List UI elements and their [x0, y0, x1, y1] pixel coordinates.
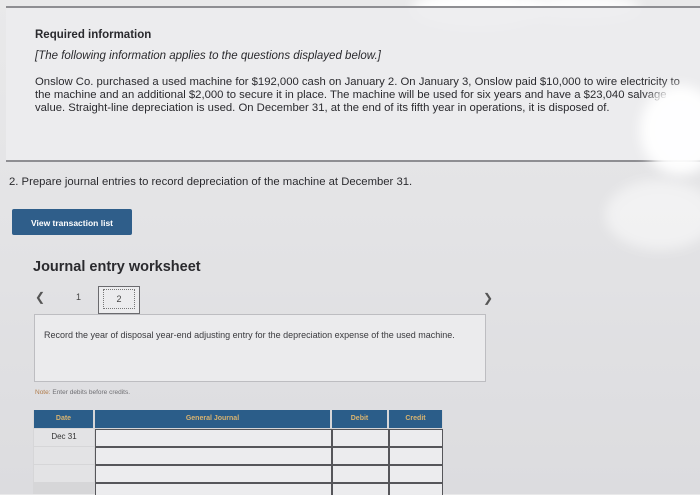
- row-2-credit-input[interactable]: [389, 447, 443, 465]
- note-body: Enter debits before credits.: [52, 389, 131, 396]
- chevron-left-icon[interactable]: ❮: [35, 290, 45, 304]
- row-3-credit-input[interactable]: [389, 465, 443, 483]
- view-transaction-list-button[interactable]: View transaction list: [12, 209, 132, 235]
- row-1-credit-input[interactable]: [389, 429, 443, 447]
- note-text: Note: Enter debits before credits.: [35, 389, 130, 396]
- info-note: [The following information applies to th…: [35, 50, 381, 62]
- row-2-date: [34, 447, 94, 464]
- info-title: Required information: [35, 29, 152, 41]
- chevron-right-icon[interactable]: ❯: [483, 291, 493, 305]
- page-2-link[interactable]: 2: [103, 289, 135, 309]
- screen-glare: [605, 180, 700, 250]
- row-4-debit-input[interactable]: [332, 483, 389, 495]
- note-label: Note:: [35, 389, 51, 396]
- row-2-account-input[interactable]: [95, 447, 332, 465]
- instruction-text: Record the year of disposal year-end adj…: [44, 330, 455, 340]
- row-2-debit-input[interactable]: [332, 447, 389, 465]
- row-3-debit-input[interactable]: [332, 465, 389, 483]
- page-1-link[interactable]: 1: [76, 292, 81, 302]
- row-3-account-input[interactable]: [95, 465, 332, 483]
- row-4-account-input[interactable]: [95, 483, 332, 495]
- header-credit: Credit: [389, 410, 442, 428]
- info-body: Onslow Co. purchased a used machine for …: [35, 76, 680, 114]
- row-1-date: Dec 31: [34, 429, 94, 446]
- worksheet-title: Journal entry worksheet: [33, 259, 201, 275]
- header-debit: Debit: [332, 410, 387, 428]
- header-general-journal: General Journal: [95, 410, 330, 428]
- instruction-box: [34, 314, 486, 382]
- question-text: 2. Prepare journal entries to record dep…: [9, 176, 413, 188]
- header-date: Date: [34, 410, 93, 428]
- row-1-debit-input[interactable]: [332, 429, 389, 447]
- row-3-date: [34, 465, 94, 482]
- row-4-credit-input[interactable]: [389, 483, 443, 495]
- row-1-account-input[interactable]: [95, 429, 332, 447]
